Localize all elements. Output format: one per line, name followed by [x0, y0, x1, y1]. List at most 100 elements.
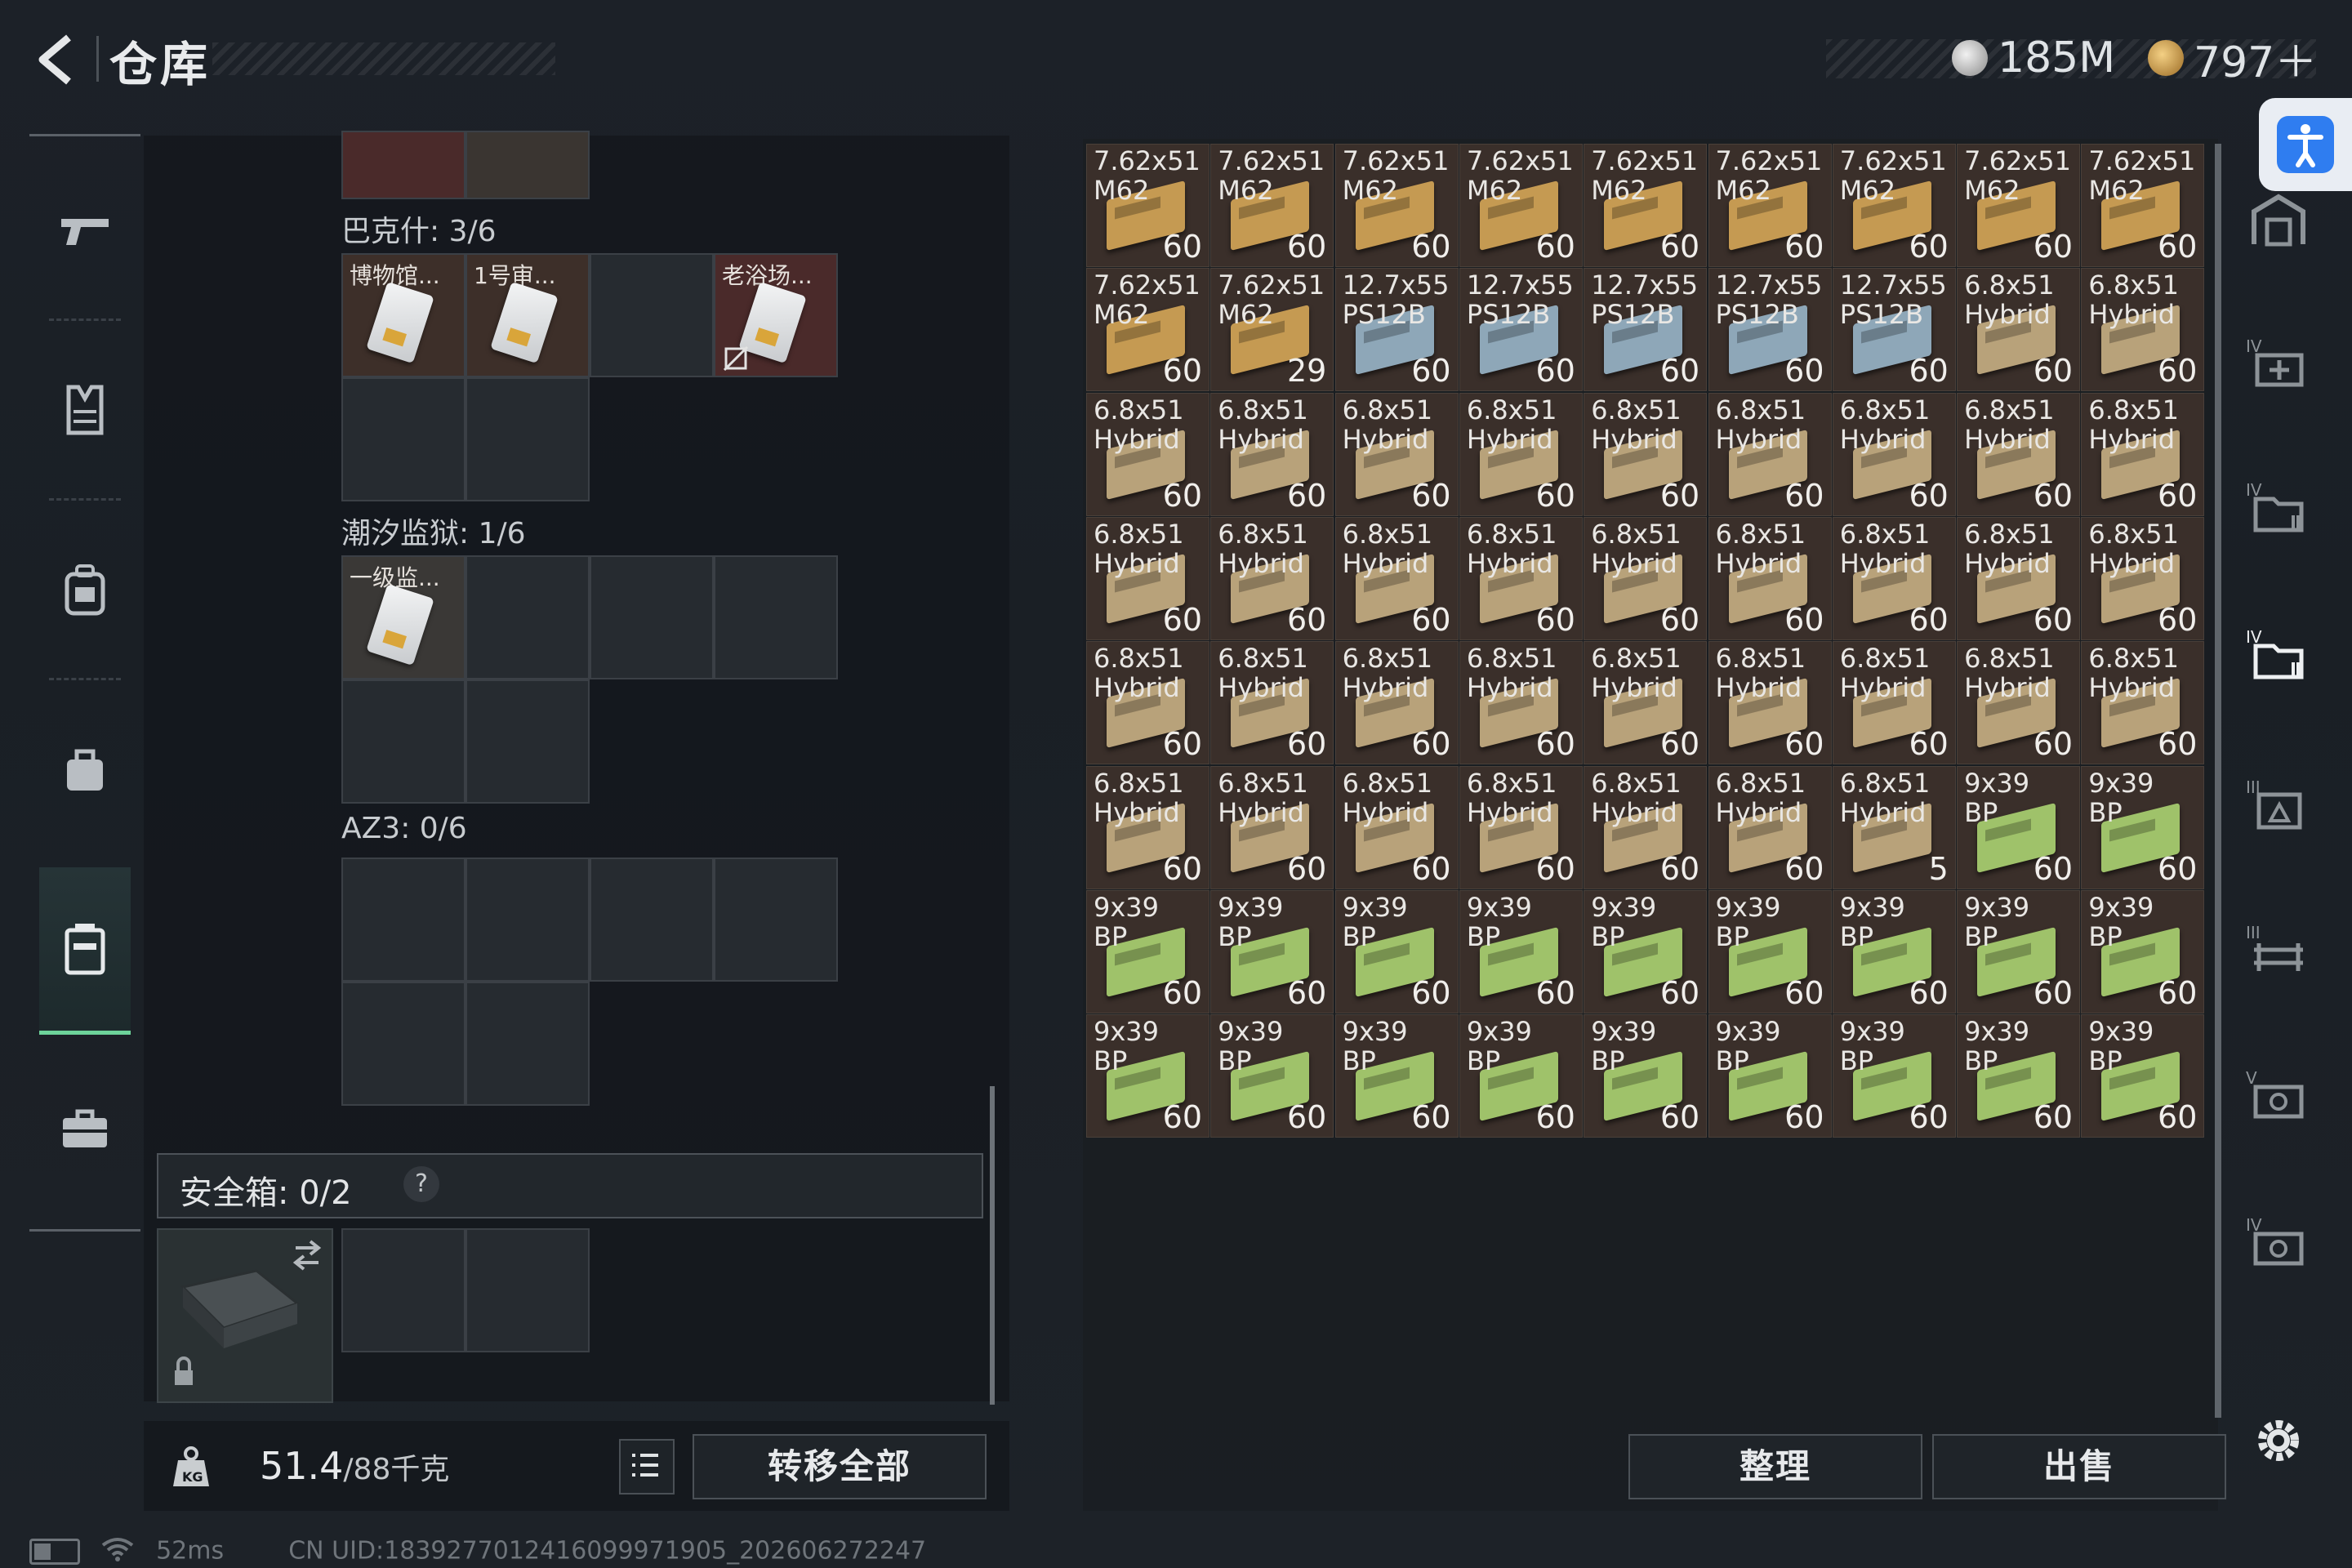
ammo-item[interactable]: 6.8x51 Hybrid 5 [1832, 765, 1956, 889]
list-view-button[interactable] [619, 1439, 675, 1494]
container-cell[interactable] [341, 679, 466, 804]
ammo-item[interactable]: 6.8x51 Hybrid 60 [1459, 765, 1583, 889]
ammo-item[interactable]: 7.62x51 M62 60 [1459, 144, 1583, 267]
container-cell[interactable] [466, 377, 590, 501]
ammo-item[interactable]: 6.8x51 Hybrid 60 [1708, 641, 1832, 765]
ammo-item[interactable]: 6.8x51 Hybrid 60 [1708, 392, 1832, 516]
nav-backpack[interactable] [39, 508, 131, 671]
ammo-item[interactable]: 12.7x55 PS12B 60 [1334, 268, 1459, 392]
ammo-item[interactable]: 6.8x51 Hybrid 60 [1210, 641, 1334, 765]
ammo-item[interactable]: 6.8x51 Hybrid 60 [2081, 641, 2205, 765]
container-cell[interactable] [466, 679, 590, 804]
ammo-item[interactable]: 6.8x51 Hybrid 60 [1459, 516, 1583, 640]
warehouse-scrollbar[interactable] [2215, 144, 2221, 1418]
ammo-item[interactable]: 6.8x51 Hybrid 60 [1957, 392, 2081, 516]
ammo-item[interactable]: 6.8x51 Hybrid 60 [1086, 765, 1209, 889]
ammo-item[interactable]: 6.8x51 Hybrid 60 [1334, 765, 1459, 889]
storage-tab-5[interactable]: III [2238, 763, 2319, 844]
settings-button[interactable] [2238, 1400, 2319, 1481]
nav-briefcase[interactable] [39, 1047, 131, 1210]
help-icon[interactable]: ? [403, 1166, 439, 1202]
ammo-item[interactable]: 6.8x51 Hybrid 60 [1584, 392, 1708, 516]
transfer-all-button[interactable]: 转移全部 [693, 1434, 987, 1499]
safe-box-case[interactable] [157, 1228, 333, 1403]
container-cell[interactable] [714, 555, 838, 679]
silver-currency[interactable]: 185M [1952, 29, 2115, 87]
ammo-item[interactable]: 6.8x51 Hybrid 60 [1210, 516, 1334, 640]
ammo-item[interactable]: 6.8x51 Hybrid 60 [1459, 392, 1583, 516]
storage-tab-6[interactable]: III [2238, 908, 2319, 990]
ammo-item[interactable]: 7.62x51 M62 60 [1957, 144, 2081, 267]
container-item[interactable]: 一级监... [341, 555, 466, 679]
ammo-item[interactable]: 12.7x55 PS12B 60 [1459, 268, 1583, 392]
container-item[interactable]: 博物馆... [341, 253, 466, 377]
ammo-item[interactable]: 9x39 BP 60 [2081, 1014, 2205, 1138]
back-button[interactable] [28, 31, 85, 88]
ammo-item[interactable]: 12.7x55 PS12B 60 [1708, 268, 1832, 392]
ammo-item[interactable]: 6.8x51 Hybrid 60 [1334, 516, 1459, 640]
ammo-item[interactable]: 7.62x51 M62 60 [1708, 144, 1832, 267]
nav-vest[interactable] [39, 328, 131, 492]
ammo-item[interactable]: 9x39 BP 60 [1334, 1014, 1459, 1138]
ammo-item[interactable]: 7.62x51 M62 60 [2081, 144, 2205, 267]
container-cell[interactable] [590, 555, 714, 679]
ammo-item[interactable]: 6.8x51 Hybrid 60 [1584, 765, 1708, 889]
ammo-item[interactable]: 9x39 BP 60 [2081, 765, 2205, 889]
ammo-item[interactable]: 9x39 BP 60 [1832, 1014, 1956, 1138]
ammo-item[interactable]: 6.8x51 Hybrid 60 [1832, 392, 1956, 516]
ammo-item[interactable]: 6.8x51 Hybrid 60 [1210, 392, 1334, 516]
ammo-item[interactable]: 9x39 BP 60 [1957, 765, 2081, 889]
ammo-item[interactable]: 6.8x51 Hybrid 60 [1086, 641, 1209, 765]
ammo-item[interactable]: 6.8x51 Hybrid 60 [1584, 516, 1708, 640]
ammo-item[interactable]: 7.62x51 M62 60 [1086, 144, 1209, 267]
ammo-item[interactable]: 7.62x51 M62 60 [1210, 144, 1334, 267]
ammo-item[interactable]: 6.8x51 Hybrid 60 [2081, 516, 2205, 640]
ammo-item[interactable]: 9x39 BP 60 [1957, 889, 2081, 1013]
ammo-item[interactable]: 7.62x51 M62 60 [1832, 144, 1956, 267]
nav-bag[interactable] [39, 688, 131, 851]
ammo-item[interactable]: 9x39 BP 60 [1210, 1014, 1334, 1138]
ammo-item[interactable]: 9x39 BP 60 [1957, 1014, 2081, 1138]
ammo-item[interactable]: 9x39 BP 60 [1459, 1014, 1583, 1138]
ammo-item[interactable]: 6.8x51 Hybrid 60 [1832, 516, 1956, 640]
accessibility-button[interactable] [2259, 98, 2352, 191]
storage-tab-4-active[interactable]: IV [2238, 612, 2319, 694]
storage-tab-add[interactable]: IV [2238, 322, 2319, 403]
storage-tab-main[interactable] [2238, 180, 2319, 261]
ammo-item[interactable]: 6.8x51 Hybrid 60 [2081, 392, 2205, 516]
sort-button[interactable]: 整理 [1628, 1434, 1922, 1499]
ammo-item[interactable]: 6.8x51 Hybrid 60 [1086, 516, 1209, 640]
nav-weapon[interactable] [39, 149, 131, 312]
ammo-item[interactable]: 12.7x55 PS12B 60 [1584, 268, 1708, 392]
ammo-item[interactable]: 6.8x51 Hybrid 60 [1957, 516, 2081, 640]
container-cell[interactable] [341, 858, 466, 982]
container-cell[interactable] [466, 982, 590, 1106]
container-cell[interactable] [341, 131, 466, 199]
ammo-item[interactable]: 7.62x51 M62 60 [1334, 144, 1459, 267]
container-scrollbar[interactable] [990, 1086, 995, 1405]
ammo-item[interactable]: 9x39 BP 60 [1210, 889, 1334, 1013]
ammo-item[interactable]: 6.8x51 Hybrid 60 [1957, 268, 2081, 392]
ammo-item[interactable]: 9x39 BP 60 [2081, 889, 2205, 1013]
ammo-item[interactable]: 9x39 BP 60 [1832, 889, 1956, 1013]
ammo-item[interactable]: 9x39 BP 60 [1086, 1014, 1209, 1138]
container-item[interactable]: 1号审... [466, 253, 590, 377]
ammo-item[interactable]: 7.62x51 M62 60 [1086, 268, 1209, 392]
ammo-item[interactable]: 9x39 BP 60 [1708, 1014, 1832, 1138]
sell-button[interactable]: 出售 [1932, 1434, 2226, 1499]
ammo-item[interactable]: 9x39 BP 60 [1459, 889, 1583, 1013]
ammo-item[interactable]: 6.8x51 Hybrid 60 [1832, 641, 1956, 765]
ammo-item[interactable]: 6.8x51 Hybrid 60 [1086, 392, 1209, 516]
nav-secure-case[interactable] [39, 867, 131, 1035]
storage-tab-7[interactable]: V [2238, 1054, 2319, 1135]
container-cell[interactable] [466, 858, 590, 982]
ammo-item[interactable]: 6.8x51 Hybrid 60 [1957, 641, 2081, 765]
safe-slot[interactable] [466, 1228, 590, 1352]
ammo-item[interactable]: 7.62x51 M62 29 [1210, 268, 1334, 392]
container-cell[interactable] [341, 982, 466, 1106]
safe-slot[interactable] [341, 1228, 466, 1352]
ammo-item[interactable]: 9x39 BP 60 [1584, 1014, 1708, 1138]
storage-tab-8[interactable]: IV [2238, 1200, 2319, 1282]
container-cell[interactable] [590, 253, 714, 377]
ammo-item[interactable]: 9x39 BP 60 [1584, 889, 1708, 1013]
